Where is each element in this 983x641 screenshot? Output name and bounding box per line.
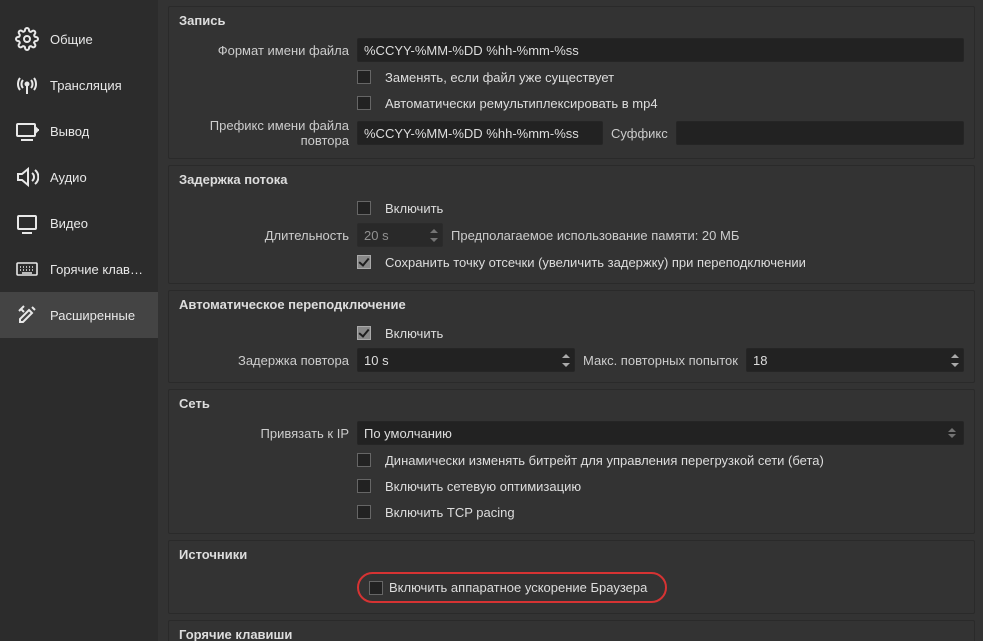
- sidebar-item-label: Вывод: [50, 124, 89, 139]
- delay-duration-spin: [357, 223, 443, 247]
- sidebar-item-output[interactable]: Вывод: [0, 108, 158, 154]
- net-opt-label[interactable]: Включить сетевую оптимизацию: [385, 479, 581, 494]
- sidebar-item-video[interactable]: Видео: [0, 200, 158, 246]
- settings-sidebar: Общие Трансляция Вывод Аудио Видео Горяч…: [0, 0, 158, 641]
- reconnect-max-label: Макс. повторных попыток: [583, 353, 738, 368]
- reconnect-enable-checkbox[interactable]: [357, 326, 371, 340]
- overwrite-checkbox[interactable]: [357, 70, 371, 84]
- chevron-updown-icon: [945, 428, 959, 438]
- sidebar-item-label: Аудио: [50, 170, 87, 185]
- dyn-bitrate-label[interactable]: Динамически изменять битрейт для управле…: [385, 453, 824, 468]
- tools-icon: [12, 300, 42, 330]
- video-icon: [12, 208, 42, 238]
- group-title: Горячие клавиши: [169, 621, 974, 641]
- sidebar-item-hotkeys[interactable]: Горячие клавиши: [0, 246, 158, 292]
- group-title: Источники: [169, 541, 974, 570]
- sidebar-item-label: Общие: [50, 32, 93, 47]
- sidebar-item-label: Расширенные: [50, 308, 135, 323]
- group-sources: Источники Включить аппаратное ускорение …: [168, 540, 975, 614]
- settings-content[interactable]: Запись Формат имени файла Заменять, если…: [158, 0, 983, 641]
- remux-label[interactable]: Автоматически ремультиплексировать в mp4: [385, 96, 658, 111]
- sidebar-item-label: Видео: [50, 216, 88, 231]
- dyn-bitrate-checkbox[interactable]: [357, 453, 371, 467]
- tcp-pacing-checkbox[interactable]: [357, 505, 371, 519]
- filename-format-input[interactable]: [357, 38, 964, 62]
- sidebar-item-label: Горячие клавиши: [50, 262, 148, 277]
- overwrite-label[interactable]: Заменять, если файл уже существует: [385, 70, 614, 85]
- highlight-annotation: Включить аппаратное ускорение Браузера: [357, 572, 667, 603]
- delay-enable-label[interactable]: Включить: [385, 201, 443, 216]
- keyboard-icon: [12, 254, 42, 284]
- replay-prefix-label: Префикс имени файла повтора: [169, 118, 357, 148]
- browser-hwaccel-checkbox[interactable]: [369, 581, 383, 595]
- sidebar-item-stream[interactable]: Трансляция: [0, 62, 158, 108]
- delay-preserve-label[interactable]: Сохранить точку отсечки (увеличить задер…: [385, 255, 806, 270]
- group-stream-delay: Задержка потока Включить Длительность Пр…: [168, 165, 975, 284]
- group-reconnect: Автоматическое переподключение Включить …: [168, 290, 975, 383]
- replay-suffix-label: Суффикс: [611, 126, 668, 141]
- group-recording: Запись Формат имени файла Заменять, если…: [168, 6, 975, 159]
- delay-memory-hint: Предполагаемое использование памяти: 20 …: [451, 228, 739, 243]
- reconnect-max-spin[interactable]: [746, 348, 964, 372]
- tcp-pacing-label[interactable]: Включить TCP pacing: [385, 505, 515, 520]
- sidebar-item-advanced[interactable]: Расширенные: [0, 292, 158, 338]
- sidebar-item-label: Трансляция: [50, 78, 122, 93]
- group-hotkeys: Горячие клавиши Поведение фокуса горячих…: [168, 620, 975, 641]
- group-title: Автоматическое переподключение: [169, 291, 974, 320]
- sidebar-item-audio[interactable]: Аудио: [0, 154, 158, 200]
- reconnect-delay-label: Задержка повтора: [169, 353, 357, 368]
- output-icon: [12, 116, 42, 146]
- delay-preserve-checkbox[interactable]: [357, 255, 371, 269]
- group-network: Сеть Привязать к IP По умолчанию Динамич…: [168, 389, 975, 534]
- sidebar-item-general[interactable]: Общие: [0, 16, 158, 62]
- remux-checkbox[interactable]: [357, 96, 371, 110]
- delay-enable-checkbox[interactable]: [357, 201, 371, 215]
- replay-suffix-input[interactable]: [676, 121, 964, 145]
- group-title: Запись: [169, 7, 974, 36]
- group-title: Сеть: [169, 390, 974, 419]
- replay-prefix-input[interactable]: [357, 121, 603, 145]
- filename-format-label: Формат имени файла: [169, 43, 357, 58]
- gear-icon: [12, 24, 42, 54]
- reconnect-enable-label[interactable]: Включить: [385, 326, 443, 341]
- net-opt-checkbox[interactable]: [357, 479, 371, 493]
- bind-ip-select[interactable]: По умолчанию: [357, 421, 964, 445]
- browser-hwaccel-label[interactable]: Включить аппаратное ускорение Браузера: [389, 580, 647, 595]
- delay-duration-label: Длительность: [169, 228, 357, 243]
- reconnect-delay-spin[interactable]: [357, 348, 575, 372]
- group-title: Задержка потока: [169, 166, 974, 195]
- bind-ip-label: Привязать к IP: [169, 426, 357, 441]
- audio-icon: [12, 162, 42, 192]
- broadcast-icon: [12, 70, 42, 100]
